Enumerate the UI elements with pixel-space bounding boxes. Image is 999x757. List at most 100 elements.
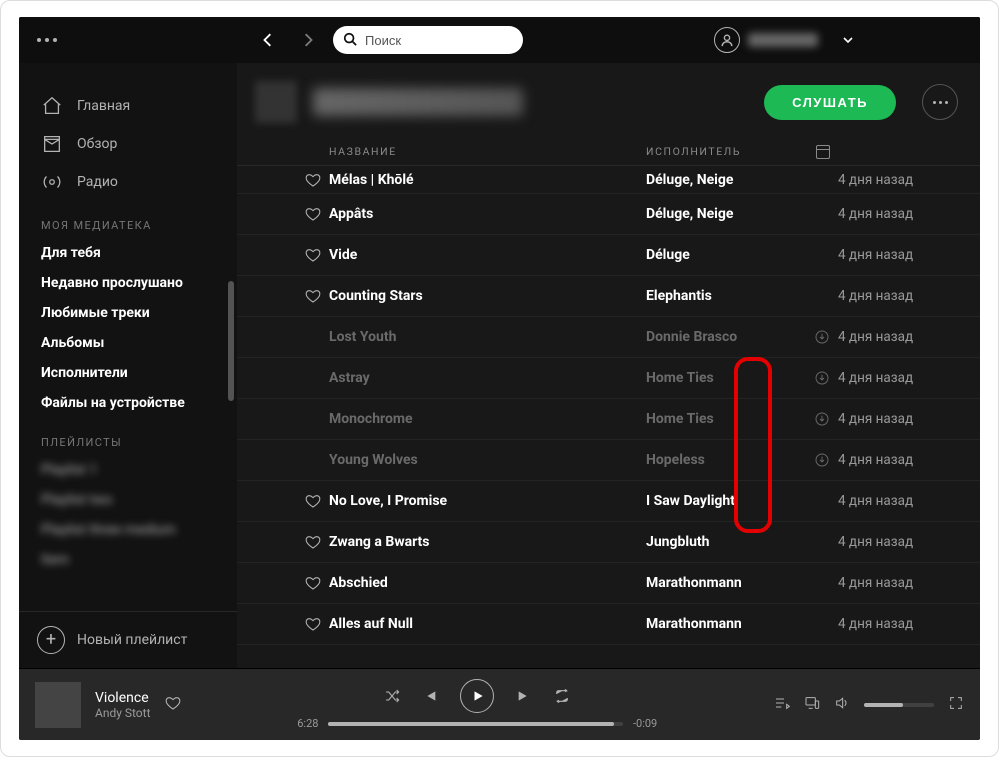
shuffle-button[interactable] (384, 688, 400, 704)
next-button[interactable] (516, 688, 532, 704)
queue-button[interactable] (774, 695, 790, 715)
volume-icon[interactable] (834, 695, 850, 715)
track-title: Mélas | Khōlé (329, 172, 646, 188)
forward-button[interactable] (293, 25, 323, 55)
sidebar-scrollbar[interactable] (228, 281, 234, 401)
repeat-button[interactable] (554, 688, 570, 704)
track-artist[interactable]: Déluge, Neige (646, 206, 806, 222)
plus-icon: + (37, 626, 65, 654)
track-title: No Love, I Promise (329, 493, 646, 509)
remaining-time: -0:09 (633, 717, 657, 730)
track-row[interactable]: Zwang a BwartsJungbluth4 дня назад (237, 522, 980, 563)
download-icon[interactable] (806, 370, 838, 386)
track-row[interactable]: MonochromeHome Ties 4 дня назад (237, 399, 980, 440)
volume-slider[interactable] (864, 703, 934, 707)
library-recent[interactable]: Недавно прослушано (19, 268, 237, 298)
like-button[interactable] (297, 206, 329, 222)
like-button[interactable] (297, 616, 329, 632)
playlist-item[interactable]: Playlist three medium (19, 515, 237, 545)
nav-label: Главная (77, 98, 130, 114)
track-date: 4 дня назад (838, 206, 958, 222)
track-title: Alles auf Null (329, 616, 646, 632)
track-row[interactable]: Alles auf NullMarathonmann4 дня назад (237, 604, 980, 645)
calendar-icon[interactable] (816, 145, 830, 159)
track-title: Abschied (329, 575, 646, 591)
track-date: 4 дня назад (838, 247, 958, 263)
track-row[interactable]: Counting StarsElephantis4 дня назад (237, 276, 980, 317)
playlist-item[interactable]: Item (19, 545, 237, 575)
devices-button[interactable] (804, 695, 820, 715)
nav-browse[interactable]: Обзор (19, 125, 237, 163)
playlist-title (313, 88, 523, 116)
track-row[interactable]: Lost YouthDonnie Brasco4 дня назад (237, 317, 980, 358)
track-artist[interactable]: Déluge, Neige (646, 172, 806, 188)
app-menu-button[interactable] (37, 38, 57, 42)
browse-icon (41, 133, 63, 155)
play-pause-button[interactable] (460, 679, 494, 713)
track-title: Monochrome (329, 411, 646, 427)
track-title: Vide (329, 247, 646, 263)
track-row[interactable]: AstrayHome Ties4 дня назад (237, 358, 980, 399)
column-artist[interactable]: ИСПОЛНИТЕЛЬ (646, 145, 806, 159)
previous-button[interactable] (422, 688, 438, 704)
progress-bar[interactable] (328, 722, 623, 726)
like-button[interactable] (297, 493, 329, 509)
track-date: 4 дня назад (838, 411, 958, 427)
track-artist[interactable]: Home Ties (646, 370, 806, 386)
now-playing-title[interactable]: Violence (95, 690, 151, 706)
search-input[interactable] (365, 33, 513, 48)
track-date: 4 дня назад (838, 493, 958, 509)
library-artists[interactable]: Исполнители (19, 358, 237, 388)
like-now-playing-button[interactable] (165, 695, 181, 715)
like-button[interactable] (297, 534, 329, 550)
track-row[interactable]: Mélas | KhōléDéluge, Neige4 дня назад (237, 166, 980, 194)
track-artist[interactable]: Jungbluth (646, 534, 806, 550)
like-button[interactable] (297, 288, 329, 304)
track-artist[interactable]: I Saw Daylight (646, 493, 806, 509)
user-icon (714, 27, 740, 53)
like-button[interactable] (297, 247, 329, 263)
like-button[interactable] (297, 172, 329, 188)
elapsed-time: 6:28 (297, 717, 318, 730)
track-artist[interactable]: Déluge (646, 247, 806, 263)
nav-radio[interactable]: Радио (19, 163, 237, 201)
like-button[interactable] (297, 575, 329, 591)
track-artist[interactable]: Marathonmann (646, 575, 806, 591)
playlist-item[interactable]: Playlist 1 (19, 455, 237, 485)
track-row[interactable]: Young WolvesHopeless4 дня назад (237, 440, 980, 481)
track-date: 4 дня назад (838, 370, 958, 386)
nav-home[interactable]: Главная (19, 87, 237, 125)
track-artist[interactable]: Elephantis (646, 288, 806, 304)
track-artist[interactable]: Marathonmann (646, 616, 806, 632)
download-icon[interactable] (806, 452, 838, 468)
new-playlist-button[interactable]: + Новый плейлист (19, 611, 237, 668)
track-row[interactable]: AbschiedMarathonmann4 дня назад (237, 563, 980, 604)
profile-menu[interactable] (714, 27, 854, 53)
fullscreen-button[interactable] (948, 695, 964, 715)
track-row[interactable]: VideDéluge 4 дня назад (237, 235, 980, 276)
track-title: Young Wolves (329, 452, 646, 468)
track-row[interactable]: AppâtsDéluge, Neige4 дня назад (237, 194, 980, 235)
playlists-section-title: ПЛЕЙЛИСТЫ (19, 418, 237, 455)
track-date: 4 дня назад (838, 534, 958, 550)
now-playing-cover[interactable] (35, 682, 81, 728)
now-playing-artist[interactable]: Andy Stott (95, 706, 151, 720)
back-button[interactable] (253, 25, 283, 55)
download-icon[interactable] (806, 329, 838, 345)
library-for-you[interactable]: Для тебя (19, 238, 237, 268)
home-icon (41, 95, 63, 117)
track-artist[interactable]: Hopeless (646, 452, 806, 468)
column-title[interactable]: НАЗВАНИЕ (329, 145, 646, 159)
more-options-button[interactable] (922, 84, 958, 120)
library-local[interactable]: Файлы на устройстве (19, 388, 237, 418)
library-liked[interactable]: Любимые треки (19, 298, 237, 328)
track-artist[interactable]: Donnie Brasco (646, 329, 806, 345)
radio-icon (41, 171, 63, 193)
play-playlist-button[interactable]: СЛУШАТЬ (764, 85, 896, 120)
track-artist[interactable]: Home Ties (646, 411, 806, 427)
search-field[interactable] (333, 26, 523, 54)
download-icon[interactable] (806, 411, 838, 427)
track-row[interactable]: No Love, I PromiseI Saw Daylight 4 дня на… (237, 481, 980, 522)
playlist-item[interactable]: Playlist two (19, 485, 237, 515)
library-albums[interactable]: Альбомы (19, 328, 237, 358)
